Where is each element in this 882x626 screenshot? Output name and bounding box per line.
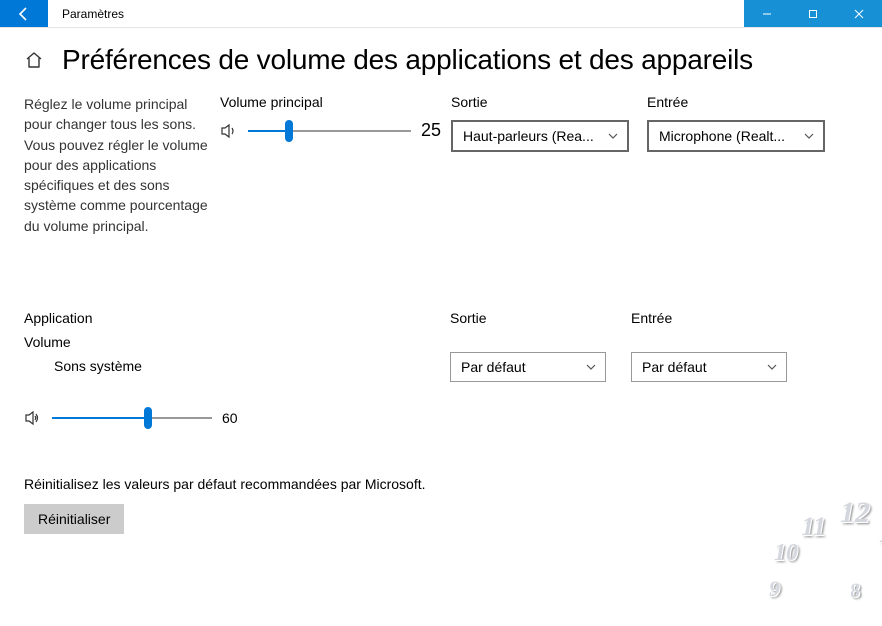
minimize-icon [762, 9, 772, 19]
output-section: Sortie Haut-parleurs (Rea... [451, 94, 641, 152]
page-content: Préférences de volume des applications e… [0, 28, 882, 534]
back-button[interactable] [0, 0, 48, 27]
main-volume-section: Volume principal 25 [220, 94, 445, 141]
app-header: Application [24, 310, 444, 326]
input-label: Entrée [647, 94, 837, 110]
clock-number-8: 8 [848, 579, 861, 603]
chevron-down-icon [607, 130, 619, 142]
volume-header: Volume [24, 334, 444, 350]
reset-text: Réinitialisez les valeurs par défaut rec… [24, 476, 858, 492]
main-volume-control: 25 [220, 120, 445, 141]
chevron-down-icon [585, 361, 597, 373]
titlebar: Paramètres [0, 0, 882, 28]
input-select[interactable]: Microphone (Realt... [647, 120, 825, 152]
main-volume-row: Réglez le volume principal pour changer … [24, 94, 858, 236]
page-title: Préférences de volume des applications e… [62, 44, 753, 76]
maximize-button[interactable] [790, 0, 836, 27]
app-input-column: Entrée Par défaut [631, 310, 806, 382]
page-header: Préférences de volume des applications e… [24, 44, 858, 76]
reset-section: Réinitialisez les valeurs par défaut rec… [24, 476, 858, 534]
close-icon [854, 9, 864, 19]
chevron-down-icon [766, 361, 778, 373]
input-section: Entrée Microphone (Realt... [647, 94, 837, 152]
input-value: Microphone (Realt... [659, 128, 785, 144]
close-button[interactable] [836, 0, 882, 27]
app-volumes-section: Application Volume Sons système 60 Sorti… [24, 310, 858, 428]
system-sounds-slider[interactable] [52, 408, 212, 428]
chevron-down-icon [803, 130, 815, 142]
arrow-left-icon [16, 6, 32, 22]
main-volume-label: Volume principal [220, 94, 445, 110]
maximize-icon [808, 9, 818, 19]
system-sounds-output-value: Par défaut [461, 359, 526, 375]
main-volume-slider[interactable] [248, 121, 411, 141]
slider-thumb[interactable] [285, 120, 293, 142]
home-icon[interactable] [24, 50, 44, 70]
system-sounds-output-select[interactable]: Par défaut [450, 352, 606, 382]
system-sounds-label: Sons système [54, 358, 444, 374]
system-sounds-input-value: Par défaut [642, 359, 707, 375]
output-value: Haut-parleurs (Rea... [463, 128, 594, 144]
app-column-labels: Application Volume Sons système 60 [24, 310, 444, 428]
main-volume-description: Réglez le volume principal pour changer … [24, 94, 214, 236]
clock-number-10: 10 [774, 540, 798, 567]
system-sounds-value: 60 [222, 410, 246, 426]
system-sounds-volume-control: 60 [24, 408, 254, 428]
window-controls [744, 0, 882, 27]
reset-button[interactable]: Réinitialiser [24, 504, 124, 534]
window-title: Paramètres [48, 0, 744, 27]
main-volume-value: 25 [421, 120, 445, 141]
system-sounds-input-select[interactable]: Par défaut [631, 352, 787, 382]
output-label: Sortie [451, 94, 641, 110]
output-select[interactable]: Haut-parleurs (Rea... [451, 120, 629, 152]
app-output-label: Sortie [450, 310, 625, 326]
app-output-column: Sortie Par défaut [450, 310, 625, 382]
minimize-button[interactable] [744, 0, 790, 27]
clock-number-9: 9 [769, 576, 780, 602]
speaker-icon[interactable] [220, 122, 238, 140]
speaker-icon[interactable] [24, 409, 42, 427]
slider-thumb[interactable] [144, 407, 152, 429]
app-input-label: Entrée [631, 310, 806, 326]
